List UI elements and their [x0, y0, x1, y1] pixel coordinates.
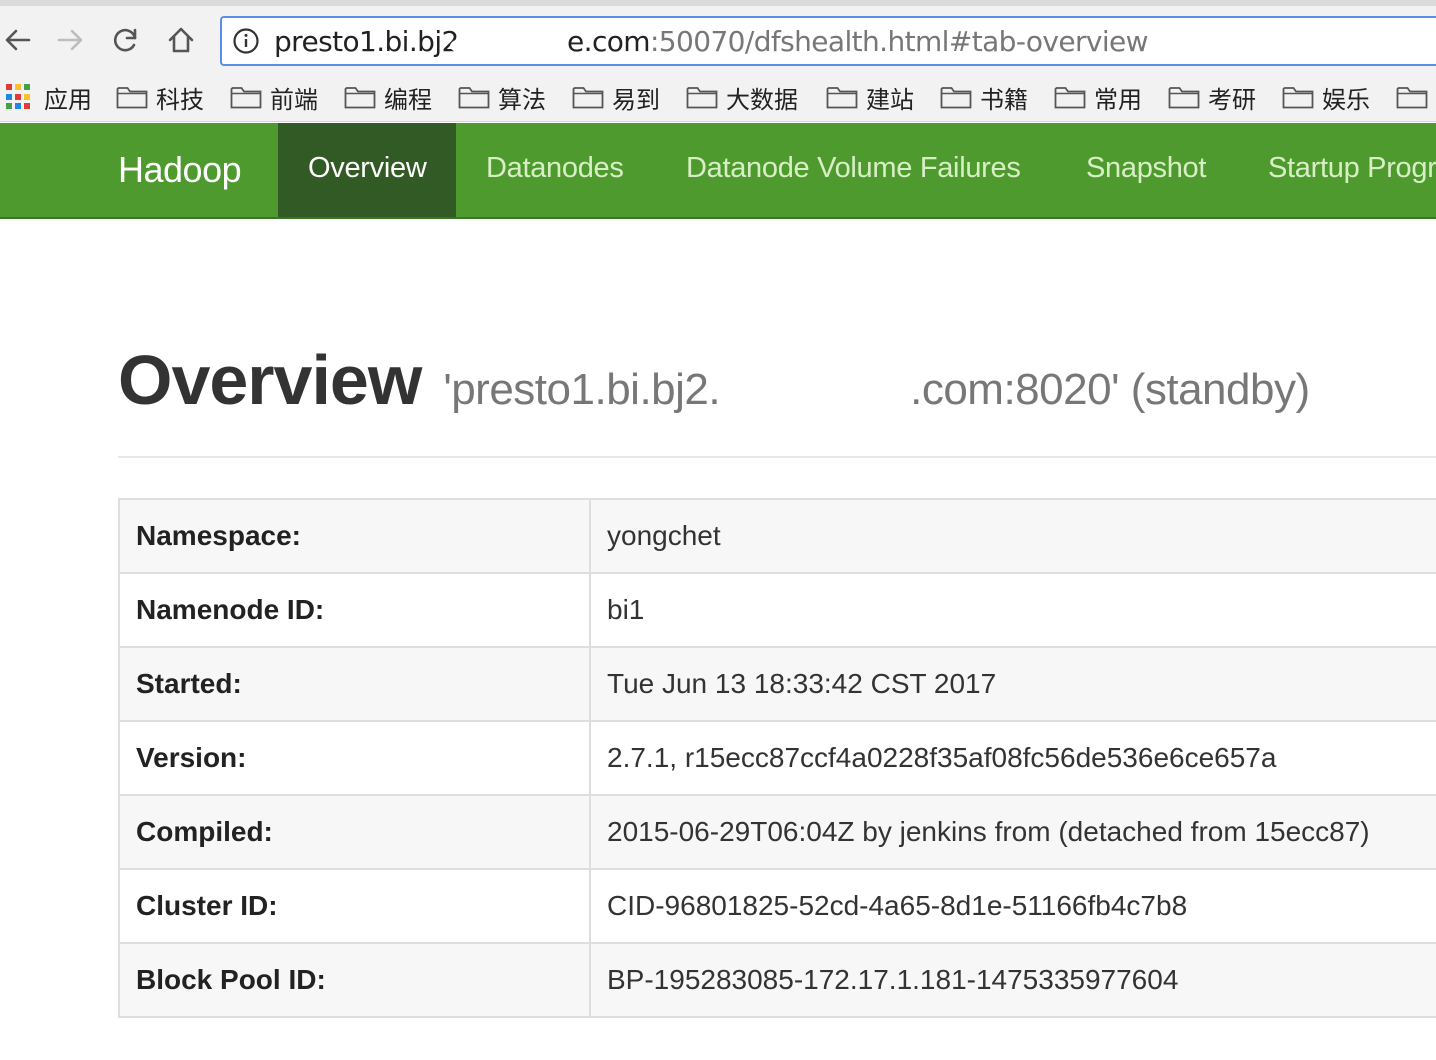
row-value: bi1	[589, 572, 1436, 648]
bookmark-folder-overflow[interactable]	[1396, 82, 1436, 112]
bookmark-label: 建站	[866, 85, 914, 114]
page-header: Overview 'presto1.bi.bj2. .com:8020' (stan…	[118, 340, 1310, 420]
table-row: Block Pool ID: BP-195283085-172.17.1.181-…	[118, 942, 1436, 1018]
page-subtitle: 'presto1.bi.bj2. .com:8020' (standby)	[443, 365, 1310, 414]
row-key: Started:	[118, 646, 591, 722]
tab-overview[interactable]: Overview	[278, 123, 456, 217]
row-key: Namespace:	[118, 498, 591, 574]
hadoop-navbar: Hadoop Overview Datanodes Datanode Volum…	[0, 123, 1436, 219]
bookmark-label: 应用	[44, 85, 92, 114]
bookmarks-bar: 应用 科技 前端 编程 算法 易到 大数据 建站 书籍 常用 考研 娱乐	[0, 74, 1436, 122]
tab-strip-edge	[0, 0, 1436, 6]
row-value: CID-96801825-52cd-4a65-8d1e-51166fb4c7b8	[589, 868, 1436, 944]
row-value: 2.7.1, r15ecc87ccf4a0228f35af08fc56de536…	[589, 720, 1436, 796]
row-value: Tue Jun 13 18:33:42 CST 2017	[589, 646, 1436, 722]
bookmark-folder[interactable]: 考研	[1168, 82, 1256, 114]
url-host-tail: e.com	[567, 25, 651, 58]
home-icon	[168, 27, 194, 53]
bookmark-label: 易到	[612, 85, 660, 114]
subtitle-port-state: .com:8020' (standby)	[910, 365, 1310, 414]
bookmark-label: 科技	[156, 85, 204, 114]
bookmark-folder[interactable]: 算法	[458, 82, 546, 114]
row-key: Compiled:	[118, 794, 591, 870]
folder-icon	[1396, 87, 1428, 109]
url-path: :50070/dfshealth.html#tab-overview	[649, 25, 1149, 58]
row-key: Namenode ID:	[118, 572, 591, 648]
bookmark-folder[interactable]: 建站	[826, 82, 914, 114]
header-divider	[118, 456, 1436, 458]
folder-icon	[1054, 87, 1086, 109]
info-icon	[233, 28, 259, 54]
row-value: 2015-06-29T06:04Z by jenkins from (detac…	[589, 794, 1436, 870]
row-key: Version:	[118, 720, 591, 796]
tab-datanode-volume-failures[interactable]: Datanode Volume Failures	[656, 123, 1051, 217]
folder-icon	[116, 87, 148, 109]
folder-icon	[458, 87, 490, 109]
table-row: Cluster ID: CID-96801825-52cd-4a65-8d1e-5…	[118, 868, 1436, 944]
browser-toolbar: presto1.bi.bj2. e.com:50070/dfshealth.htm…	[0, 0, 1436, 74]
page-title: Overview	[118, 341, 422, 419]
bookmark-label: 娱乐	[1322, 85, 1370, 114]
table-row: Namenode ID: bi1	[118, 572, 1436, 648]
arrow-left-icon	[5, 29, 31, 51]
url-text[interactable]: presto1.bi.bj2. e.com:50070/dfshealth.htm…	[274, 25, 1149, 58]
table-row: Compiled: 2015-06-29T06:04Z by jenkins fr…	[118, 794, 1436, 870]
folder-icon	[1168, 87, 1200, 109]
bookmark-apps[interactable]: 应用	[6, 82, 92, 114]
home-button[interactable]	[163, 22, 199, 58]
bookmark-label: 考研	[1208, 85, 1256, 114]
tab-snapshot[interactable]: Snapshot	[1056, 123, 1236, 217]
bookmark-label: 前端	[270, 85, 318, 114]
arrow-right-icon	[57, 29, 83, 51]
table-row: Namespace: yongchet	[118, 498, 1436, 574]
folder-icon	[572, 87, 604, 109]
url-host: presto1.bi.bj2.	[274, 25, 468, 58]
back-button[interactable]	[0, 22, 36, 58]
row-key: Block Pool ID:	[118, 942, 591, 1018]
folder-icon	[940, 87, 972, 109]
bookmark-folder[interactable]: 科技	[116, 82, 204, 114]
folder-icon	[344, 87, 376, 109]
tab-datanodes[interactable]: Datanodes	[456, 123, 654, 217]
forward-button[interactable]	[52, 22, 88, 58]
bookmark-label: 算法	[498, 85, 546, 114]
overview-table: Namespace: yongchet Namenode ID: bi1 Started…	[118, 498, 1436, 1018]
reload-icon	[114, 28, 137, 52]
table-row: Started: Tue Jun 13 18:33:42 CST 2017	[118, 646, 1436, 722]
bookmark-label: 书籍	[980, 85, 1028, 114]
row-value: yongchet	[589, 498, 1436, 574]
folder-icon	[686, 87, 718, 109]
bookmark-folder[interactable]: 常用	[1054, 82, 1142, 114]
folder-icon	[230, 87, 262, 109]
subtitle-host: 'presto1.bi.bj2.	[443, 365, 721, 414]
redaction-mark	[450, 32, 560, 60]
folder-icon	[1282, 87, 1314, 109]
apps-grid-icon	[6, 84, 32, 110]
bookmark-folder[interactable]: 书籍	[940, 82, 1028, 114]
folder-icon	[826, 87, 858, 109]
bookmark-label: 大数据	[726, 85, 798, 114]
bookmark-label: 编程	[384, 85, 432, 114]
bookmark-folder[interactable]: 前端	[230, 82, 318, 114]
bookmark-folder[interactable]: 大数据	[686, 82, 798, 114]
reload-button[interactable]	[108, 22, 144, 58]
address-bar[interactable]: presto1.bi.bj2. e.com:50070/dfshealth.htm…	[220, 16, 1436, 66]
brand-link[interactable]: Hadoop	[118, 123, 242, 217]
row-value: BP-195283085-172.17.1.181-1475335977604	[589, 942, 1436, 1018]
bookmark-folder[interactable]: 娱乐	[1282, 82, 1370, 114]
row-key: Cluster ID:	[118, 868, 591, 944]
tab-startup-progress[interactable]: Startup Progress	[1238, 123, 1436, 217]
table-row: Version: 2.7.1, r15ecc87ccf4a0228f35af08f…	[118, 720, 1436, 796]
bookmark-folder[interactable]: 编程	[344, 82, 432, 114]
bookmark-folder[interactable]: 易到	[572, 82, 660, 114]
bookmark-label: 常用	[1094, 85, 1142, 114]
